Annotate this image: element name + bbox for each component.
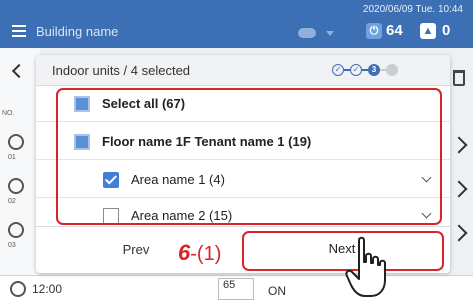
clock-icon: [8, 222, 24, 238]
alarm-icon: ▲: [420, 23, 436, 39]
step-callout: 6-(1): [178, 240, 221, 266]
row-number-cell[interactable]: 03: [4, 216, 34, 256]
row-number: 01: [8, 154, 16, 161]
alarm-count: 0: [442, 22, 451, 39]
row-time: 12:00: [32, 282, 63, 296]
mode-toggle-icon[interactable]: [298, 28, 316, 38]
dialog-title: Indoor units / 4 selected: [52, 63, 191, 78]
row-number: 03: [8, 242, 16, 249]
dropdown-triangle-icon[interactable]: [326, 31, 334, 36]
callout-number: 6: [178, 240, 191, 265]
chevron-right-icon[interactable]: [450, 136, 468, 154]
back-arrow-icon[interactable]: [11, 63, 27, 79]
chevron-right-icon[interactable]: [450, 224, 468, 242]
schedule-row[interactable]: 12:00 65 ON: [0, 275, 473, 303]
menu-icon[interactable]: [12, 25, 26, 37]
row-number-cell[interactable]: 02: [4, 172, 34, 212]
left-nav: NO. 01 02 03: [0, 48, 40, 303]
step-current: 3: [368, 64, 380, 76]
clock-icon: [8, 178, 24, 194]
next-highlight-frame: [242, 231, 444, 271]
row-status: ON: [268, 284, 286, 298]
row-number: 02: [8, 198, 16, 205]
trash-icon[interactable]: [453, 70, 465, 86]
callout-sub: -(1): [190, 243, 222, 265]
column-label: NO.: [2, 110, 15, 117]
clock-icon: [8, 134, 24, 150]
row-value: 65: [218, 278, 254, 300]
list-highlight-frame: [56, 88, 442, 225]
step-done-icon: ✓: [332, 64, 344, 76]
row-number-cell[interactable]: 01: [4, 128, 34, 168]
top-bar: Building name 2020/06/09 Tue. 10:44 ⏻ 64…: [0, 0, 473, 48]
clock-icon: [10, 281, 26, 297]
on-count: 64: [386, 22, 403, 39]
chevron-right-icon[interactable]: [450, 180, 468, 198]
datetime: 2020/06/09 Tue. 10:44: [362, 4, 463, 15]
power-icon: ⏻: [366, 23, 382, 39]
pointing-hand-icon: [345, 236, 386, 297]
step-done-icon: ✓: [350, 64, 362, 76]
step-pending: [386, 64, 398, 76]
building-name[interactable]: Building name: [36, 24, 118, 39]
dialog-header: Indoor units / 4 selected ✓ ✓ 3: [36, 55, 450, 86]
